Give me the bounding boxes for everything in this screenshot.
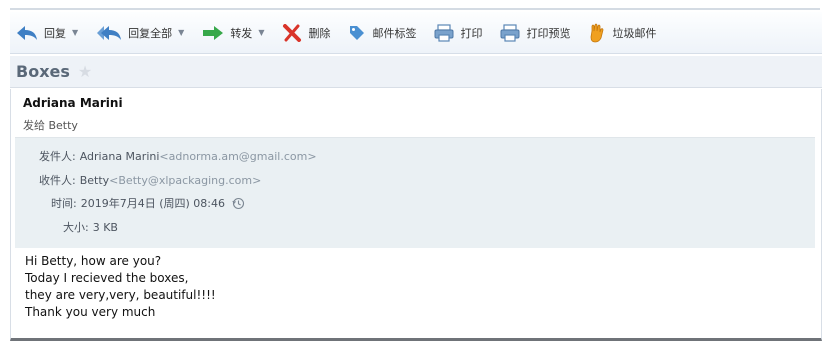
message-body: Hi Betty, how are you? Today I recieved … (25, 253, 216, 321)
star-icon[interactable]: ★ (78, 62, 92, 81)
date-row: 时间: 2019年7月4日 (周四) 08:46 (51, 195, 245, 211)
body-line: Today I recieved the boxes, (25, 271, 189, 285)
tag-label: 邮件标签 (372, 26, 417, 40)
delete-x-icon (283, 23, 302, 42)
reply-arrow-icon (17, 25, 37, 40)
sender-name: Adriana Marini (23, 96, 123, 110)
to-email[interactable]: <Betty@xlpackaging.com> (109, 174, 261, 187)
tag-button[interactable]: 邮件标签 (348, 18, 416, 48)
forward-button[interactable]: 转发 ▼ (202, 18, 264, 48)
from-email[interactable]: <adnorma.am@gmail.com> (159, 150, 316, 163)
print-preview-button[interactable]: 打印预览 (500, 18, 570, 48)
reply-all-dropdown-icon[interactable]: ▼ (178, 28, 184, 37)
size-row: 大小: 3 KB (63, 219, 118, 235)
reply-all-label: 回复全部 (128, 26, 173, 40)
tag-icon (350, 25, 365, 40)
junk-label: 垃圾邮件 (612, 26, 657, 40)
print-preview-icon (500, 23, 520, 42)
to-label: 收件人: (39, 174, 76, 187)
print-preview-label: 打印预览 (526, 26, 571, 40)
mail-toolbar: 回复 ▼ 回复全部 ▼ 转发 ▼ 删除 邮件标签 打印 打印预览 垃圾邮件 (10, 12, 822, 54)
reply-all-button[interactable]: 回复全部 ▼ (96, 18, 184, 48)
printer-icon (434, 23, 454, 42)
junk-hand-icon (591, 23, 604, 42)
subject-bar: Boxes ★ (10, 56, 822, 88)
body-line: they are very,very, beautiful!!!! (25, 288, 216, 302)
from-name[interactable]: Adriana Marini (80, 150, 160, 163)
forward-dropdown-icon[interactable]: ▼ (258, 28, 264, 37)
date-label: 时间: (51, 197, 77, 210)
message-pane: Adriana Marini 发给 Betty 发件人: Adriana Mar… (10, 89, 822, 341)
forward-label: 转发 (230, 26, 253, 40)
clock-history-icon[interactable] (232, 197, 245, 210)
from-label: 发件人: (39, 150, 76, 163)
window-top-border (10, 8, 820, 10)
body-line: Thank you very much (25, 305, 156, 319)
print-label: 打印 (460, 26, 483, 40)
from-row: 发件人: Adriana Marini <adnorma.am@gmail.co… (39, 148, 317, 164)
message-headers: 发件人: Adriana Marini <adnorma.am@gmail.co… (15, 137, 815, 248)
to-row: 收件人: Betty <Betty@xlpackaging.com> (39, 172, 261, 188)
size-label: 大小: (63, 221, 89, 234)
delete-label: 删除 (308, 26, 331, 40)
reply-dropdown-icon[interactable]: ▼ (72, 28, 78, 37)
junk-button[interactable]: 垃圾邮件 (588, 18, 656, 48)
to-name[interactable]: Betty (80, 174, 109, 187)
print-button[interactable]: 打印 (434, 18, 482, 48)
reply-all-arrow-icon (97, 25, 122, 40)
delete-button[interactable]: 删除 (282, 18, 330, 48)
reply-button[interactable]: 回复 ▼ (16, 18, 78, 48)
body-line: Hi Betty, how are you? (25, 254, 162, 268)
reply-label: 回复 (44, 26, 66, 40)
forward-arrow-icon (203, 25, 224, 40)
mail-subject: Boxes (16, 62, 70, 81)
date-value: 2019年7月4日 (周四) 08:46 (80, 197, 225, 210)
sent-to-line: 发给 Betty (23, 119, 78, 132)
size-value: 3 KB (92, 220, 118, 234)
